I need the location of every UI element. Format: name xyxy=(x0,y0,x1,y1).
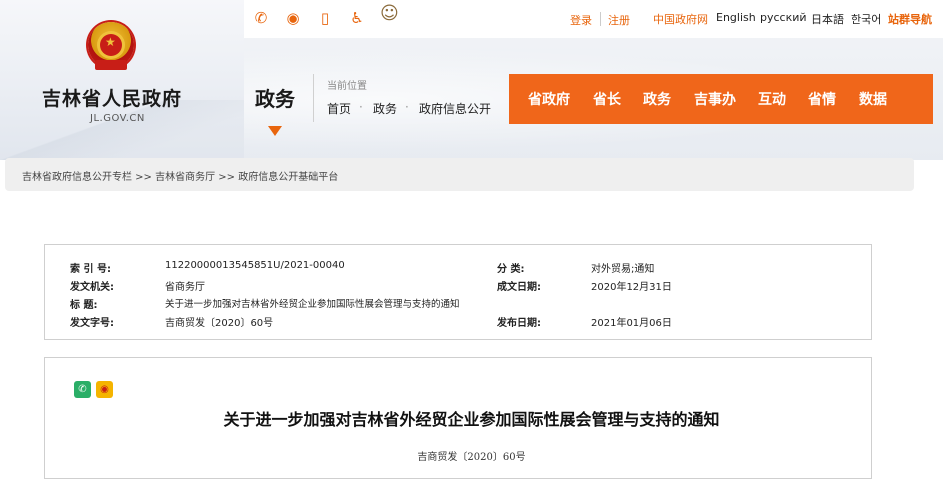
meta-category-value: 对外贸易;通知 xyxy=(591,264,655,275)
emblem-base xyxy=(95,60,127,70)
accessibility-icon[interactable]: ♿ xyxy=(348,9,366,27)
nav-item-government-affairs[interactable]: 政务 xyxy=(643,89,671,109)
login-divider xyxy=(600,12,601,26)
meta-created-label: 成文日期: xyxy=(497,282,541,293)
share-wechat-icon[interactable]: ✆ xyxy=(74,381,91,398)
crumb-separator: · xyxy=(359,100,363,114)
section-arrow-icon xyxy=(268,126,282,136)
crumb-info-public[interactable]: 政府信息公开 xyxy=(419,100,491,117)
meta-published-value: 2021年01月06日 xyxy=(591,318,672,329)
section-divider xyxy=(313,74,314,122)
nav-item-interaction[interactable]: 互动 xyxy=(758,89,786,109)
register-link[interactable]: 注册 xyxy=(608,12,630,28)
crumb-separator: · xyxy=(405,100,409,114)
login-link[interactable]: 登录 xyxy=(570,12,592,28)
section-title: 政务 xyxy=(255,87,295,111)
nav-item-governor[interactable]: 省长 xyxy=(593,89,621,109)
lang-english[interactable]: English xyxy=(716,11,756,24)
meta-issuer-value: 省商务厅 xyxy=(165,282,205,293)
article-title: 关于进一步加强对吉林省外经贸企业参加国际性展会管理与支持的通知 xyxy=(223,410,720,429)
lang-japanese[interactable]: 日本語 xyxy=(811,11,844,27)
meta-doc-no-label: 发文字号: xyxy=(70,318,114,329)
meta-index-value: 11220000013545851U/2021-00040 xyxy=(165,260,345,271)
crumb-home[interactable]: 首页 xyxy=(327,100,351,117)
main-nav: 省政府 省长 政务 吉事办 互动 省情 数据 xyxy=(509,74,933,124)
nav-item-data[interactable]: 数据 xyxy=(859,89,887,109)
meta-index-label: 索 引 号: xyxy=(70,264,111,275)
location-label: 当前位置 xyxy=(327,81,367,92)
site-domain: JL.GOV.CN xyxy=(90,113,145,124)
site-group-nav[interactable]: 站群导航 xyxy=(888,11,932,27)
lang-korean[interactable]: 한국어 xyxy=(851,11,881,27)
meta-category-label: 分 类: xyxy=(497,264,525,275)
path-breadcrumb[interactable]: 吉林省政府信息公开专栏 >> 吉林省商务厅 >> 政府信息公开基础平台 xyxy=(22,168,338,183)
meta-doc-no-value: 吉商贸发〔2020〕60号 xyxy=(165,318,274,329)
mascot-icon[interactable]: ☺ xyxy=(380,5,399,23)
meta-published-label: 发布日期: xyxy=(497,318,541,329)
lang-russian[interactable]: русский xyxy=(760,11,807,24)
share-weibo-icon[interactable]: ◉ xyxy=(96,381,113,398)
meta-created-value: 2020年12月31日 xyxy=(591,282,672,293)
site-name[interactable]: 吉林省人民政府 xyxy=(42,84,182,111)
nav-item-provincial-gov[interactable]: 省政府 xyxy=(528,89,570,109)
document-meta-box: 索 引 号: 11220000013545851U/2021-00040 分 类… xyxy=(44,244,872,340)
lang-gov-cn[interactable]: 中国政府网 xyxy=(653,11,708,27)
article-doc-number: 吉商贸发〔2020〕60号 xyxy=(417,452,526,463)
meta-issuer-label: 发文机关: xyxy=(70,282,114,293)
path-breadcrumb-bar: 吉林省政府信息公开专栏 >> 吉林省商务厅 >> 政府信息公开基础平台 xyxy=(5,158,914,191)
meta-table: 索 引 号: 11220000013545851U/2021-00040 分 类… xyxy=(61,255,855,329)
emblem-star-icon: ★ xyxy=(105,35,116,49)
mobile-icon[interactable]: ▯ xyxy=(316,9,334,27)
weibo-icon[interactable]: ◉ xyxy=(284,9,302,27)
nav-item-jishiban[interactable]: 吉事办 xyxy=(694,89,736,109)
meta-title-value: 关于进一步加强对吉林省外经贸企业参加国际性展会管理与支持的通知 xyxy=(165,299,460,310)
crumb-zhengwu[interactable]: 政务 xyxy=(373,100,397,117)
nav-item-province-info[interactable]: 省情 xyxy=(808,89,836,109)
meta-title-label: 标 题: xyxy=(70,300,98,311)
wechat-icon[interactable]: ✆ xyxy=(252,9,270,27)
